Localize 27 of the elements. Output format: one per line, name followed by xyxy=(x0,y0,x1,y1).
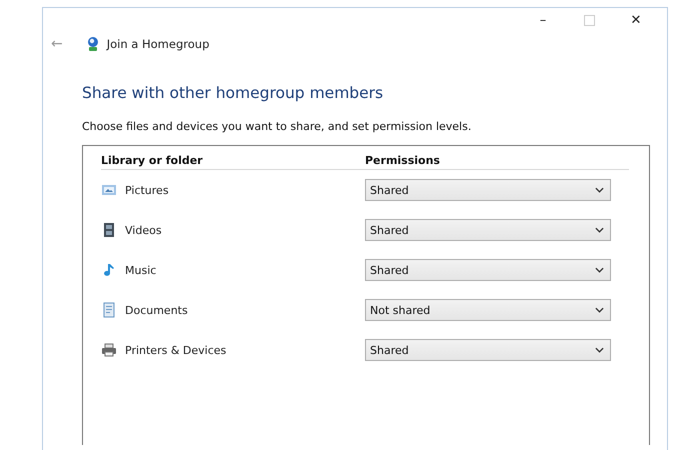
chevron-down-icon xyxy=(595,307,604,313)
minimize-button[interactable]: – xyxy=(520,9,566,31)
library-name: Pictures xyxy=(125,184,169,196)
close-button[interactable]: ✕ xyxy=(613,9,659,31)
chevron-down-icon xyxy=(595,227,604,233)
library-name: Printers & Devices xyxy=(125,344,226,356)
picture-frame-icon xyxy=(101,182,117,198)
library-name: Music xyxy=(125,264,156,276)
permission-dropdown[interactable]: Not shared xyxy=(365,299,611,321)
film-icon xyxy=(101,222,117,238)
window-title: Join a Homegroup xyxy=(106,37,210,51)
library-name: Videos xyxy=(125,224,162,236)
library-name: Documents xyxy=(125,304,188,316)
chevron-down-icon xyxy=(595,187,604,193)
document-icon xyxy=(101,302,117,318)
column-header: Permissions xyxy=(365,154,441,167)
music-note-icon xyxy=(101,262,117,278)
chevron-down-icon xyxy=(595,267,604,273)
page-heading: Share with other homegroup members xyxy=(82,84,384,102)
permission-dropdown[interactable]: Shared xyxy=(365,219,611,241)
permission-dropdown[interactable]: Shared xyxy=(365,179,611,201)
description-text: Choose files and devices you want to share, and set permission levels. xyxy=(82,120,472,133)
chevron-down-icon xyxy=(595,347,604,353)
permission-dropdown[interactable]: Shared xyxy=(365,259,611,281)
column-header: Library or folder xyxy=(101,154,204,167)
permission-dropdown[interactable]: Shared xyxy=(365,339,611,361)
printer-icon xyxy=(101,342,117,358)
